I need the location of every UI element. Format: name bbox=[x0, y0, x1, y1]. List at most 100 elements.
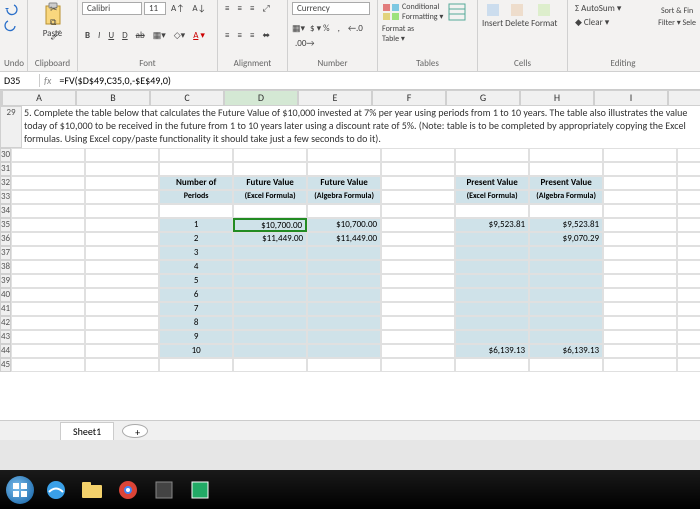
cell[interactable] bbox=[11, 344, 85, 358]
app-icon[interactable] bbox=[150, 478, 178, 502]
bold-button[interactable]: B bbox=[82, 29, 93, 42]
cell[interactable] bbox=[85, 260, 159, 274]
row-header[interactable]: 35 bbox=[0, 218, 11, 232]
format-button[interactable]: Format bbox=[531, 2, 557, 29]
cell[interactable] bbox=[233, 274, 307, 288]
cell[interactable] bbox=[233, 148, 307, 162]
cell[interactable] bbox=[381, 218, 455, 232]
cell[interactable] bbox=[455, 162, 529, 176]
cell[interactable] bbox=[11, 204, 85, 218]
cell[interactable]: 3 bbox=[159, 246, 233, 260]
cell[interactable] bbox=[381, 358, 455, 372]
cell[interactable]: 1 bbox=[159, 218, 233, 232]
cell[interactable]: 2 bbox=[159, 232, 233, 246]
spreadsheet-grid[interactable]: ABCDEFGHIJ 295. Complete the table below… bbox=[0, 90, 700, 420]
cell[interactable] bbox=[307, 162, 381, 176]
cond-fmt-label[interactable]: Conditional Formatting ▾ bbox=[402, 2, 446, 22]
cell[interactable]: $9,070.29 bbox=[529, 232, 603, 246]
inc-decimal-button[interactable]: ←.0 bbox=[345, 22, 366, 35]
row-header[interactable]: 37 bbox=[0, 246, 11, 260]
cell[interactable] bbox=[159, 148, 233, 162]
cell[interactable]: Present Value bbox=[529, 176, 603, 190]
format-painter-icon[interactable]: 🖌 bbox=[50, 30, 61, 41]
cell[interactable] bbox=[307, 316, 381, 330]
cell[interactable] bbox=[381, 176, 455, 190]
cell[interactable] bbox=[85, 344, 159, 358]
cell[interactable] bbox=[11, 260, 85, 274]
cell[interactable] bbox=[85, 218, 159, 232]
cell[interactable] bbox=[455, 274, 529, 288]
clear-button[interactable]: ◆ Clear ▾ bbox=[572, 16, 612, 29]
cell[interactable] bbox=[603, 302, 677, 316]
comma-button[interactable]: , bbox=[335, 22, 343, 35]
column-header[interactable]: D bbox=[224, 90, 298, 106]
cell[interactable] bbox=[233, 330, 307, 344]
cell[interactable] bbox=[529, 302, 603, 316]
cell[interactable] bbox=[677, 162, 700, 176]
cell[interactable] bbox=[529, 148, 603, 162]
row-header[interactable]: 36 bbox=[0, 232, 11, 246]
row-header[interactable]: 40 bbox=[0, 288, 11, 302]
row-header[interactable]: 33 bbox=[0, 190, 11, 204]
cell[interactable]: (Excel Formula) bbox=[233, 190, 307, 204]
undo-icon[interactable] bbox=[4, 2, 18, 16]
align-top-icon[interactable]: ≡ bbox=[222, 2, 232, 15]
shrink-font-icon[interactable]: A↓ bbox=[189, 2, 208, 15]
column-header[interactable]: B bbox=[76, 90, 150, 106]
orientation-icon[interactable]: ⤢ bbox=[259, 2, 272, 15]
cell[interactable] bbox=[159, 162, 233, 176]
cell[interactable] bbox=[529, 162, 603, 176]
cell[interactable] bbox=[307, 288, 381, 302]
cell[interactable] bbox=[233, 288, 307, 302]
align-center-icon[interactable]: ≡ bbox=[234, 29, 244, 42]
start-button[interactable] bbox=[6, 476, 34, 504]
border-icon[interactable]: ▦▾ bbox=[150, 29, 169, 42]
cell[interactable] bbox=[677, 190, 700, 204]
cell[interactable] bbox=[159, 204, 233, 218]
align-left-icon[interactable]: ≡ bbox=[222, 29, 232, 42]
cell[interactable] bbox=[233, 246, 307, 260]
cell[interactable] bbox=[11, 274, 85, 288]
cell[interactable]: $6,139.13 bbox=[529, 344, 603, 358]
autosum-button[interactable]: Σ AutoSum ▾ bbox=[572, 2, 624, 15]
row-header[interactable]: 30 bbox=[0, 148, 11, 162]
row-header[interactable]: 43 bbox=[0, 330, 11, 344]
column-header[interactable]: C bbox=[150, 90, 224, 106]
cell[interactable] bbox=[603, 246, 677, 260]
cell[interactable] bbox=[11, 358, 85, 372]
cell[interactable] bbox=[677, 148, 700, 162]
cell[interactable] bbox=[233, 316, 307, 330]
cell[interactable] bbox=[603, 204, 677, 218]
cell[interactable] bbox=[11, 288, 85, 302]
row-header[interactable]: 39 bbox=[0, 274, 11, 288]
cell[interactable] bbox=[455, 358, 529, 372]
cell[interactable] bbox=[85, 204, 159, 218]
merge-icon[interactable]: ⬌ bbox=[259, 29, 273, 42]
column-header[interactable]: A bbox=[2, 90, 76, 106]
cell[interactable] bbox=[529, 316, 603, 330]
cell[interactable] bbox=[603, 190, 677, 204]
cell[interactable] bbox=[455, 316, 529, 330]
cell[interactable] bbox=[603, 218, 677, 232]
cell[interactable]: $10,700.00 bbox=[307, 218, 381, 232]
row-header[interactable]: 29 bbox=[0, 106, 22, 148]
cell[interactable]: Number of bbox=[159, 176, 233, 190]
cell[interactable] bbox=[677, 274, 700, 288]
cell[interactable] bbox=[677, 358, 700, 372]
column-header[interactable]: E bbox=[298, 90, 372, 106]
cell[interactable]: 7 bbox=[159, 302, 233, 316]
cell[interactable] bbox=[381, 330, 455, 344]
cell[interactable] bbox=[85, 176, 159, 190]
cell[interactable] bbox=[159, 358, 233, 372]
cell[interactable] bbox=[11, 190, 85, 204]
accounting-icon[interactable]: ▦▾ bbox=[292, 23, 305, 34]
cell[interactable] bbox=[381, 344, 455, 358]
grow-font-icon[interactable]: A↑ bbox=[168, 2, 187, 15]
cell[interactable] bbox=[85, 274, 159, 288]
cell[interactable] bbox=[677, 330, 700, 344]
cell[interactable] bbox=[455, 232, 529, 246]
cell[interactable] bbox=[603, 260, 677, 274]
cell[interactable]: 8 bbox=[159, 316, 233, 330]
cell[interactable] bbox=[677, 176, 700, 190]
fill-color-icon[interactable]: ◇▾ bbox=[171, 29, 188, 42]
